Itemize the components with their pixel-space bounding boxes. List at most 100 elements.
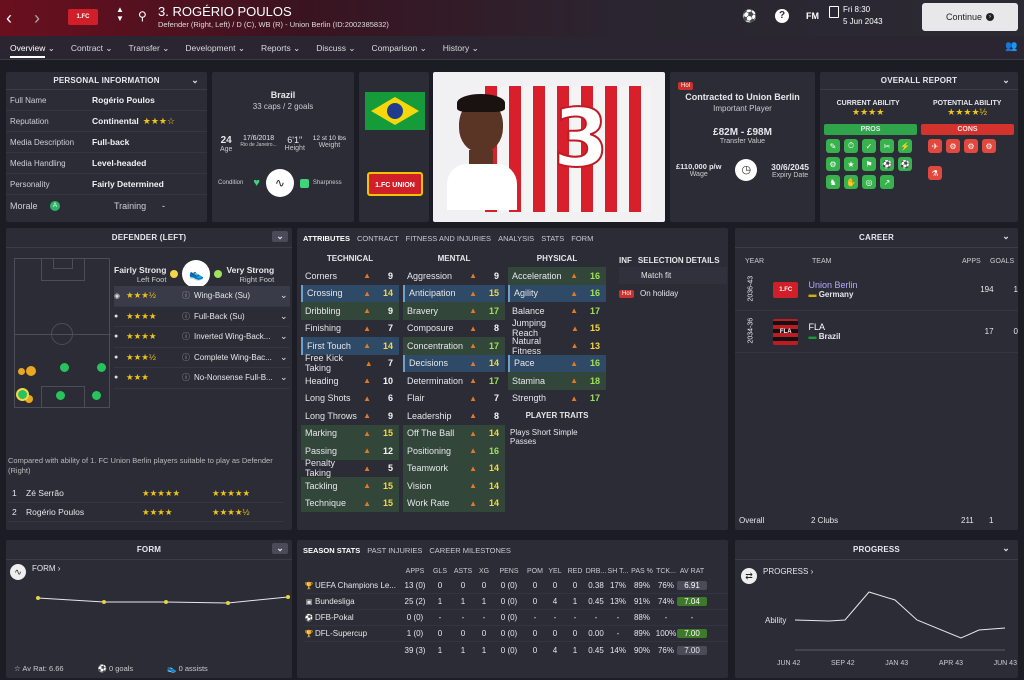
back-arrow-icon[interactable]: ‹	[6, 8, 12, 29]
season-header[interactable]: XG	[475, 568, 493, 575]
chevron-down-icon[interactable]: ⌄	[272, 231, 288, 242]
chevron-down-icon[interactable]: ⌄	[272, 543, 288, 554]
career-team[interactable]: FLA	[808, 322, 935, 332]
chevron-down-icon[interactable]: ⌄	[1002, 231, 1010, 242]
nav-item-contract[interactable]: Contract	[71, 43, 103, 53]
chevron-down-icon[interactable]: ⌄	[280, 290, 290, 301]
attribute-row[interactable]: Stamina ▲ 18	[508, 372, 606, 390]
search-icon[interactable]: ⚲	[138, 9, 147, 23]
attribute-row[interactable]: Heading ▲ 10	[301, 372, 399, 390]
pro-icon[interactable]: ✂	[880, 139, 894, 153]
forward-arrow-icon[interactable]: ›	[34, 8, 40, 29]
tab-analysis[interactable]: ANALYSIS	[498, 234, 534, 243]
role-row[interactable]: ● ★★★½ ⓘ Complete Wing-Bac... ⌄	[114, 348, 290, 368]
position-dot[interactable]	[92, 391, 101, 400]
attribute-row[interactable]: Technique ▲ 15	[301, 494, 399, 512]
comparison-row[interactable]: 2 Rogério Poulos ★★★★ ★★★★½	[8, 503, 284, 522]
season-row[interactable]: ▣ Bundesliga 25 (2) 1 1 1 0 (0) 0 4 1 0.45 13% 91% 74…	[303, 594, 728, 610]
attribute-row[interactable]: Off The Ball ▲ 14	[403, 424, 505, 442]
nav-item-wrap[interactable]: Contract ⌄	[71, 43, 113, 54]
tab-stats[interactable]: STATS	[541, 234, 564, 243]
con-icon[interactable]: ⚙	[982, 139, 996, 153]
tab-past-injuries[interactable]: PAST INJURIES	[367, 546, 422, 555]
attribute-row[interactable]: Finishing ▲ 7	[301, 320, 399, 338]
nav-item-wrap[interactable]: Comparison ⌄	[371, 43, 426, 54]
season-header[interactable]: RED	[565, 568, 585, 575]
attribute-row[interactable]: Long Shots ▲ 6	[301, 390, 399, 408]
attribute-row[interactable]: Decisions ▲ 14	[403, 354, 505, 372]
season-header[interactable]: TCK...	[655, 568, 677, 575]
brazil-flag[interactable]	[365, 92, 425, 130]
attribute-row[interactable]: Agility ▲ 16	[508, 284, 606, 302]
player-switch-icon[interactable]: ▲ ▼	[116, 5, 124, 23]
con-icon[interactable]: ⚙	[946, 139, 960, 153]
attribute-row[interactable]: Jumping Reach ▲ 15	[508, 318, 606, 338]
info-icon[interactable]: ⓘ	[182, 352, 194, 363]
help-icon[interactable]: ?	[775, 9, 789, 23]
club-badge[interactable]: 1.FC	[68, 9, 98, 25]
position-dot[interactable]	[97, 363, 106, 372]
attribute-row[interactable]: Determination ▲ 17	[403, 372, 505, 390]
attribute-row[interactable]: Anticipation ▲ 15	[403, 284, 505, 302]
nav-item-reports[interactable]: Reports	[261, 43, 291, 53]
role-radio-icon[interactable]: ●	[114, 374, 126, 381]
fm-menu-button[interactable]: FM	[806, 11, 819, 21]
tab-fitness-and-injuries[interactable]: FITNESS AND INJURIES	[406, 234, 491, 243]
career-row[interactable]: 2036-43 1.FC Union Berlin ▬ Germany 194 1	[735, 269, 1018, 311]
attribute-row[interactable]: Teamwork ▲ 14	[403, 459, 505, 477]
season-row[interactable]: 🏆 DFL-Supercup 1 (0) 0 0 0 0 (0) 0 0 0 0.00 - 89% 100…	[303, 626, 728, 642]
role-radio-icon[interactable]: ●	[114, 333, 126, 340]
role-radio-icon[interactable]: ◉	[114, 292, 126, 300]
position-dot[interactable]	[60, 363, 69, 372]
football-icon[interactable]: ⚽	[742, 9, 757, 23]
attribute-row[interactable]: Pace ▲ 16	[508, 354, 606, 372]
season-header[interactable]: YEL	[545, 568, 565, 575]
season-header[interactable]: PENS	[493, 568, 525, 575]
pro-icon[interactable]: ★	[844, 157, 858, 171]
role-row[interactable]: ● ★★★ ⓘ No-Nonsense Full-B... ⌄	[114, 368, 290, 389]
pro-icon[interactable]: ⚡	[898, 139, 912, 153]
attribute-row[interactable]: Tackling ▲ 15	[301, 477, 399, 495]
season-header[interactable]: AV RAT	[677, 568, 707, 575]
people-icon[interactable]: 👥	[1005, 41, 1017, 52]
pro-icon[interactable]: ✋	[844, 175, 858, 189]
attribute-row[interactable]: Vision ▲ 14	[403, 477, 505, 495]
pro-icon[interactable]: ◎	[862, 175, 876, 189]
attribute-row[interactable]: Marking ▲ 15	[301, 424, 399, 442]
pro-icon[interactable]: ↗	[880, 175, 894, 189]
nav-item-wrap[interactable]: History ⌄	[443, 43, 479, 54]
tab-attributes[interactable]: ATTRIBUTES	[303, 234, 350, 243]
role-row[interactable]: ◉ ★★★½ ⓘ Wing-Back (Su) ⌄	[114, 286, 290, 307]
tab-form[interactable]: FORM	[571, 234, 593, 243]
tab-career-milestones[interactable]: CAREER MILESTONES	[429, 546, 511, 555]
comparison-row[interactable]: 1 Zé Serrão ★★★★★ ★★★★★	[8, 484, 284, 503]
nav-item-wrap[interactable]: Development ⌄	[185, 43, 245, 54]
attribute-row[interactable]: Composure ▲ 8	[403, 320, 505, 338]
nav-item-wrap[interactable]: Discuss ⌄	[316, 43, 355, 54]
chevron-down-icon[interactable]: ⌄	[280, 331, 290, 342]
season-header[interactable]: PAS %	[629, 568, 655, 575]
position-dot[interactable]	[18, 368, 25, 375]
season-header[interactable]: SH T...	[607, 568, 629, 575]
form-link[interactable]: FORM ›	[32, 564, 60, 573]
attribute-row[interactable]: Balance ▲ 17	[508, 302, 606, 320]
pro-icon[interactable]: ✎	[826, 139, 840, 153]
chevron-down-icon[interactable]: ⌄	[280, 311, 290, 322]
season-header[interactable]: DRB...	[585, 568, 607, 575]
nav-item-discuss[interactable]: Discuss	[316, 43, 346, 53]
calendar-icon[interactable]	[829, 6, 839, 18]
role-row[interactable]: ● ★★★★ ⓘ Full-Back (Su) ⌄	[114, 307, 290, 327]
attribute-row[interactable]: Penalty Taking ▲ 5	[301, 458, 399, 478]
season-header[interactable]: POM	[525, 568, 545, 575]
attribute-row[interactable]: Strength ▲ 17	[508, 390, 606, 408]
info-icon[interactable]: ⓘ	[182, 290, 194, 301]
role-row[interactable]: ● ★★★★ ⓘ Inverted Wing-Back... ⌄	[114, 327, 290, 348]
union-berlin-badge[interactable]: 1.FC UNION	[367, 172, 423, 196]
attribute-row[interactable]: Aggression ▲ 9	[403, 267, 505, 285]
nav-item-comparison[interactable]: Comparison	[371, 43, 417, 53]
nav-item-history[interactable]: History	[443, 43, 469, 53]
pro-icon[interactable]: ♞	[826, 175, 840, 189]
nav-item-wrap[interactable]: Transfer ⌄	[129, 43, 170, 54]
chevron-down-icon[interactable]: ⌄	[1002, 75, 1010, 86]
info-icon[interactable]: ⓘ	[182, 372, 194, 383]
